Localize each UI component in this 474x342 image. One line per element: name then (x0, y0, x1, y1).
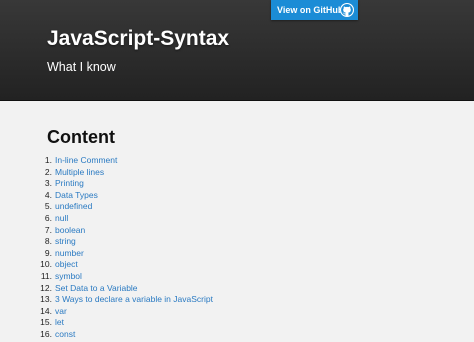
list-item: 11. symbol (34, 271, 213, 283)
list-item-number: 3. (44, 178, 52, 189)
toc-link[interactable]: Printing (55, 178, 84, 190)
list-item-number: 9. (44, 247, 52, 258)
list-item: 9. number (34, 248, 213, 260)
list-item-number: 13. (40, 294, 52, 305)
list-item-number: 10. (40, 259, 52, 270)
list-item-number: 1. (44, 155, 52, 165)
list-item-number: 15. (40, 317, 52, 328)
content-heading: Content (47, 127, 115, 147)
github-octocat-icon (340, 3, 354, 17)
list-item: 16. const (34, 329, 213, 341)
toc-link[interactable]: object (55, 259, 78, 271)
toc-link[interactable]: 3 Ways to declare a variable in JavaScri… (55, 294, 213, 306)
toc-link[interactable]: symbol (55, 271, 82, 283)
toc-link[interactable]: number (55, 248, 84, 260)
toc-link[interactable]: null (55, 213, 68, 225)
list-item: 4. Data Types (34, 190, 213, 202)
site-title: JavaScript-Syntax (47, 27, 230, 50)
github-button-label: View on GitHub (277, 5, 344, 15)
list-item: 12. Set Data to a Variable (34, 283, 213, 295)
list-item: 6. null (34, 213, 213, 225)
list-item-number: 14. (40, 305, 52, 316)
toc-link[interactable]: const (55, 329, 75, 341)
toc-link[interactable]: Data Types (55, 190, 98, 202)
list-item: 13. 3 Ways to declare a variable in JavaS… (34, 294, 213, 306)
list-item-number: 11. (40, 270, 52, 281)
list-item: 2. Multiple lines (34, 167, 213, 179)
list-item: 5. undefined (34, 201, 213, 213)
site-subtitle: What I know (47, 60, 116, 74)
toc-link[interactable]: boolean (55, 225, 85, 237)
list-item-number: 8. (44, 236, 52, 247)
toc-link[interactable]: Multiple lines (55, 167, 104, 179)
toc-link[interactable]: let (55, 317, 64, 329)
list-item: 15. let (34, 317, 213, 329)
list-item-number: 7. (44, 224, 52, 235)
list-item: 1. In-line Comment (34, 155, 213, 167)
list-item: 8. string (34, 236, 213, 248)
list-item-number: 5. (44, 201, 52, 212)
list-item: 7. boolean (34, 225, 213, 237)
list-item: 3. Printing (34, 178, 213, 190)
list-item-number: 12. (40, 282, 52, 293)
list-item-number: 2. (44, 166, 52, 177)
list-item-number: 16. (40, 328, 52, 339)
list-item-number: 4. (44, 189, 52, 200)
toc-link[interactable]: var (55, 306, 67, 318)
table-of-contents: 1. In-line Comment 2. Multiple lines 3. Print… (34, 155, 213, 341)
toc-link[interactable]: string (55, 236, 76, 248)
toc-link[interactable]: In-line Comment (55, 155, 117, 167)
list-item-number: 6. (44, 212, 52, 223)
list-item: 10. object (34, 259, 213, 271)
main-content: Content 1. In-line Comment 2. Multiple line… (0, 102, 474, 342)
toc-link[interactable]: Set Data to a Variable (55, 283, 138, 295)
list-item: 14. var (34, 306, 213, 318)
page-header: View on GitHub JavaScript-Syntax What I … (0, 0, 474, 101)
view-on-github-button[interactable]: View on GitHub (271, 0, 358, 20)
toc-link[interactable]: undefined (55, 201, 92, 213)
